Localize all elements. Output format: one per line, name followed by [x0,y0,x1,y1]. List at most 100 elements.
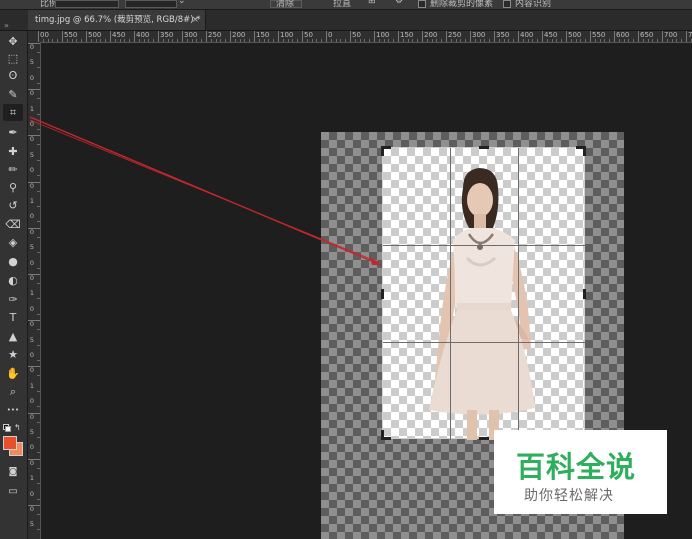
gear-icon[interactable]: ⚙ [395,0,403,6]
path-select-icon[interactable]: ▲ [3,328,23,345]
model-photo [383,148,586,440]
ruler-minor-tick [258,39,260,42]
ruler-label: 250 [448,31,462,39]
vertical-ruler[interactable]: 0 5 0 0 1 0 0 5 0 0 1 0 0 5 0 0 1 0 0 5 0 0 1 0 0 5 0 0 1 0 0 5 [28,42,41,539]
crop-handle-bottom[interactable] [479,437,489,440]
horizontal-ruler[interactable]: 00 550 500 450 400 350 300 250 200 150 100 50 0 50 100… [38,31,692,43]
lasso-icon[interactable]: ʘ [3,67,23,84]
move-icon[interactable]: ✥ [3,33,23,50]
ruler-tick [38,31,39,42]
screen-mode-icon[interactable]: ▭ [3,483,23,500]
dodge-icon[interactable]: ◐ [3,272,23,289]
more-icon[interactable]: ••• [3,402,23,419]
default-colors-icon[interactable] [3,424,11,432]
ruler-label: 0 [29,258,35,267]
ruler-minor-tick [90,39,92,42]
ruler-label: 350 [496,31,510,39]
ruler-minor-tick [119,39,121,42]
hand-icon[interactable]: ✋ [3,365,23,382]
ruler-minor-tick [460,39,462,42]
ruler-minor-tick [513,39,515,42]
ruler-minor-tick [345,39,347,42]
crop-handle-top-right[interactable] [583,146,586,156]
ruler-minor-tick [234,39,236,42]
shape-icon[interactable]: ★ [3,346,23,363]
ruler-minor-tick [124,39,126,42]
document-tab[interactable]: timg.jpg @ 66.7% (裁剪预览, RGB/8#) * × [28,10,206,30]
crop-handle-top-left[interactable] [381,146,384,156]
ruler-minor-tick [575,39,577,42]
ruler-minor-tick [527,39,529,42]
type-icon[interactable]: T [3,309,23,326]
ruler-minor-tick [37,144,40,146]
delete-pixels-checkbox[interactable] [418,0,426,8]
quick-mask-icon[interactable]: ◙ [3,464,23,481]
content-aware-checkbox[interactable] [503,0,511,8]
collapse-panel-icon[interactable]: » [4,21,9,30]
ratio-dropdown[interactable] [55,0,119,8]
ruler-tick [398,31,399,42]
ruler-minor-tick [201,39,203,42]
ruler-tick [374,31,375,42]
foreground-color-swatch[interactable] [3,436,17,450]
ruler-minor-tick [359,39,361,42]
stamp-icon[interactable]: ⚲ [3,179,23,196]
zoom-icon[interactable]: ⌕ [3,383,23,400]
eyedropper-icon[interactable]: ✒ [3,124,23,141]
crop-handle-left[interactable] [381,289,384,299]
ruler-tick [230,31,231,42]
ruler-minor-tick [474,39,476,42]
ruler-label: 350 [160,31,174,39]
ruler-minor-tick [287,39,289,42]
blur-icon[interactable]: ● [3,253,23,270]
quick-select-icon[interactable]: ✎ [3,86,23,103]
crop-handle-right[interactable] [583,289,586,299]
swap-colors-icon[interactable]: ↰ [14,423,21,432]
ruler-minor-tick [330,39,332,42]
ruler-label: 1 [29,197,35,205]
ruler-minor-tick [220,39,222,42]
pen-icon[interactable]: ✑ [3,291,23,308]
straighten-button[interactable]: 拉直 [333,0,351,9]
ruler-tick [206,31,207,42]
ruler-minor-tick [551,39,553,42]
ruler-label: 0 [29,120,35,128]
ruler-tick [28,89,40,91]
ruler-minor-tick [282,39,284,42]
eraser-icon[interactable]: ⌫ [3,216,23,233]
paint-bucket-icon[interactable]: ◈ [3,234,23,251]
ruler-minor-tick [383,39,385,42]
ruler-minor-tick [210,39,212,42]
close-icon[interactable]: × [191,10,199,30]
ruler-minor-tick [81,39,83,42]
crop-icon[interactable]: ⌗ [3,104,23,121]
crop-handle-bottom-left[interactable] [381,430,384,440]
ruler-label: 1 [29,474,35,483]
grid-overlay-icon[interactable]: ⊞ [368,0,376,6]
history-brush-icon[interactable]: ↺ [3,197,23,214]
ruler-minor-tick [585,39,587,42]
ruler-label: 0 [29,443,35,452]
crop-box[interactable] [381,146,586,440]
width-field[interactable] [125,0,177,8]
ruler-minor-tick [37,406,40,408]
chevron-down-icon[interactable]: ⌄ [178,0,186,6]
ruler-minor-tick [570,39,572,42]
ruler-tick [518,31,519,42]
ruler-minor-tick [215,39,217,42]
clear-button-label: 清除 [276,0,295,9]
healing-icon[interactable]: ✚ [3,143,23,160]
ruler-minor-tick [76,39,78,42]
ruler-tick [28,274,40,275]
marquee-icon[interactable]: ⬚ [3,50,23,67]
ruler-minor-tick [450,39,452,42]
ruler-minor-tick [162,39,164,42]
crop-handle-top[interactable] [479,146,489,149]
ruler-label: 0 [29,135,35,144]
ruler-minor-tick [431,39,433,42]
delete-pixels-label: 删除裁剪的像素 [430,0,494,9]
ruler-minor-tick [546,39,548,42]
brush-icon[interactable]: ✏ [3,161,23,178]
ruler-minor-tick [628,39,630,42]
ruler-label: 450 [112,31,126,39]
